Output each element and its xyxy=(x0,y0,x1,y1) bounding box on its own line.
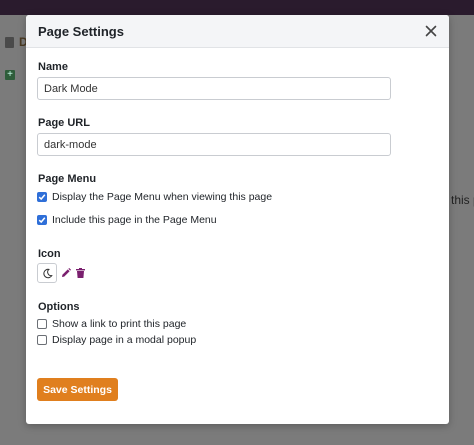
print-link-option[interactable]: Show a link to print this page xyxy=(37,317,186,331)
print-link-checkbox[interactable] xyxy=(37,319,47,329)
close-icon[interactable] xyxy=(423,23,439,39)
save-settings-button[interactable]: Save Settings xyxy=(37,378,118,401)
moon-icon xyxy=(42,268,53,278)
document-icon xyxy=(5,37,14,48)
options-label: Options xyxy=(38,301,80,313)
modal-popup-label: Display page in a modal popup xyxy=(52,334,197,346)
background-right xyxy=(449,15,474,445)
display-page-menu-checkbox[interactable] xyxy=(37,192,47,202)
check-icon xyxy=(38,194,46,201)
name-label: Name xyxy=(38,61,68,73)
background-text: this p xyxy=(451,193,474,207)
print-link-label: Show a link to print this page xyxy=(52,318,187,330)
name-input[interactable] xyxy=(37,77,391,100)
top-bar xyxy=(0,0,474,15)
check-icon xyxy=(38,217,46,224)
display-page-menu-option[interactable]: Display the Page Menu when viewing this … xyxy=(37,190,272,204)
modal-title: Page Settings xyxy=(38,24,124,39)
page-url-input[interactable] xyxy=(37,133,391,156)
trash-icon[interactable] xyxy=(76,268,85,278)
icon-picker-button[interactable] xyxy=(37,263,57,283)
include-in-menu-checkbox[interactable] xyxy=(37,215,47,225)
modal-popup-option[interactable]: Display page in a modal popup xyxy=(37,333,196,347)
page-menu-label: Page Menu xyxy=(38,173,97,185)
add-icon: + xyxy=(5,70,15,80)
page-url-label: Page URL xyxy=(38,117,90,129)
include-in-menu-label: Include this page in the Page Menu xyxy=(52,214,217,226)
modal-header: Page Settings xyxy=(26,15,449,48)
display-page-menu-label: Display the Page Menu when viewing this … xyxy=(52,191,273,203)
include-in-menu-option[interactable]: Include this page in the Page Menu xyxy=(37,213,217,227)
pencil-icon[interactable] xyxy=(61,268,71,278)
page-settings-modal: Page Settings Name Page URL Page Menu Di… xyxy=(26,15,449,424)
modal-popup-checkbox[interactable] xyxy=(37,335,47,345)
icon-label: Icon xyxy=(38,248,61,260)
